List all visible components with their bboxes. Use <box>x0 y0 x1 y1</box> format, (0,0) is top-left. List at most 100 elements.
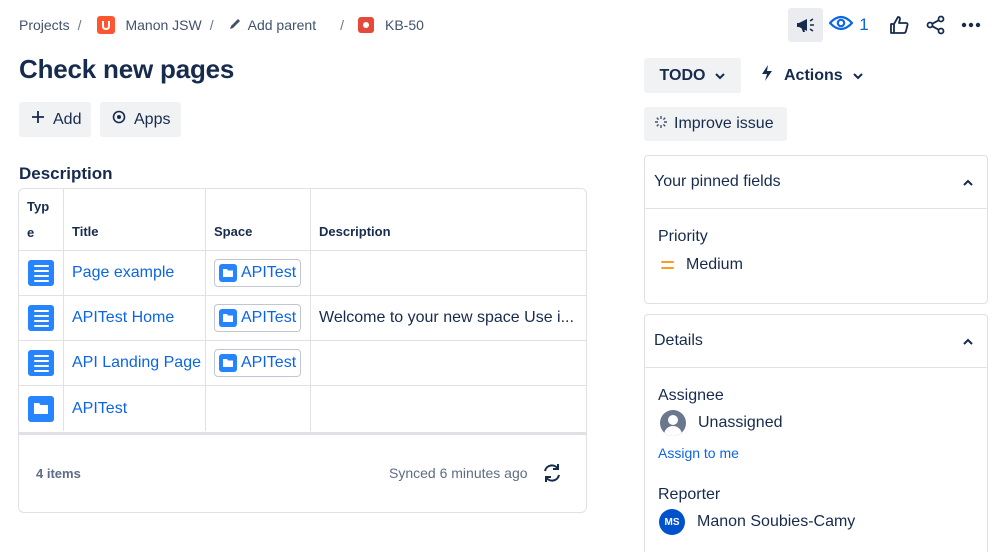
add-button[interactable]: Add <box>19 102 91 137</box>
project-avatar-icon <box>97 16 116 34</box>
breadcrumb-projects-label[interactable]: Projects <box>19 17 70 33</box>
actions-label: Actions <box>784 66 843 84</box>
page-icon <box>28 350 54 376</box>
chevron-up-icon <box>963 332 973 350</box>
description-cell <box>311 251 586 295</box>
table-row[interactable]: API Landing Page APITest <box>19 341 586 386</box>
page-icon <box>28 305 54 331</box>
type-cell <box>19 251 64 295</box>
description-cell <box>311 386 586 431</box>
type-cell <box>19 386 64 431</box>
megaphone-icon[interactable] <box>788 8 823 42</box>
more-options-icon[interactable] <box>958 8 984 42</box>
avatar: MS <box>659 509 685 535</box>
breadcrumb: Projects / Manon JSW / Add parent / KB-5… <box>19 14 424 36</box>
actions-dropdown[interactable]: Actions <box>760 58 863 93</box>
assign-to-me-link[interactable]: Assign to me <box>658 445 739 461</box>
space-label: APITest <box>241 309 297 326</box>
page-title-link[interactable]: APITest Home <box>72 309 174 327</box>
status-dropdown[interactable]: TODO <box>644 58 741 93</box>
title-cell: APITest <box>64 386 206 431</box>
priority-value: Medium <box>686 256 743 273</box>
priority-medium-icon <box>661 261 674 269</box>
table-divider <box>19 432 586 435</box>
space-cell: APITest <box>206 296 311 340</box>
folder-title-link[interactable]: APITest <box>72 400 127 418</box>
eye-icon <box>828 15 854 36</box>
details-heading: Details <box>654 332 703 349</box>
refresh-icon[interactable] <box>540 461 564 485</box>
breadcrumb-separator: / <box>209 17 214 33</box>
title-cell: API Landing Page <box>64 341 206 385</box>
title-cell: APITest Home <box>64 296 206 340</box>
space-link[interactable]: APITest <box>214 259 302 287</box>
column-header-title[interactable]: Title <box>64 189 206 250</box>
title-cell: Page example <box>64 251 206 295</box>
watch-button[interactable]: 1 <box>828 8 869 42</box>
lightning-icon <box>760 64 774 87</box>
plus-icon <box>31 110 45 129</box>
add-parent-label[interactable]: Add parent <box>248 17 317 33</box>
page-icon <box>28 260 54 286</box>
space-label: APITest <box>241 264 297 281</box>
table-row[interactable]: Page example APITest <box>19 251 586 296</box>
bug-icon <box>358 17 374 33</box>
improve-issue-label: Improve issue <box>674 115 774 132</box>
add-parent-button[interactable]: Add parent <box>228 17 317 34</box>
chevron-down-icon <box>715 67 726 85</box>
details-header[interactable]: Details <box>645 315 987 368</box>
assignee-label: Assignee <box>658 387 724 404</box>
column-header-type[interactable]: Typ e <box>19 189 64 250</box>
space-cell: APITest <box>206 251 311 295</box>
pinned-fields-heading: Your pinned fields <box>654 173 781 190</box>
breadcrumb-project-label[interactable]: Manon JSW <box>125 17 201 33</box>
items-count: 4 items <box>36 466 81 481</box>
column-header-description[interactable]: Description <box>311 189 586 250</box>
table-row[interactable]: APITest Home APITest Welcome to your new… <box>19 296 586 341</box>
assignee-value: Unassigned <box>698 414 783 431</box>
pinned-fields-header[interactable]: Your pinned fields <box>645 156 987 209</box>
type-cell <box>19 296 64 340</box>
details-panel: Details Assignee Unassigned Assign to me… <box>644 314 988 552</box>
space-link[interactable]: APITest <box>214 304 302 332</box>
apps-button-label: Apps <box>134 110 171 128</box>
breadcrumb-issue[interactable]: KB-50 <box>358 17 424 33</box>
share-icon[interactable] <box>922 8 950 42</box>
pencil-icon <box>228 17 242 34</box>
watchers-count: 1 <box>859 15 869 34</box>
apps-icon <box>112 110 126 129</box>
assignee-field[interactable]: Unassigned <box>660 410 783 436</box>
column-header-space[interactable]: Space <box>206 189 311 250</box>
reporter-value: Manon Soubies-Camy <box>697 513 856 530</box>
space-cell: APITest <box>206 341 311 385</box>
reporter-label: Reporter <box>658 486 721 503</box>
unassigned-avatar-icon <box>660 410 686 436</box>
sync-status: Synced 6 minutes ago <box>389 465 528 481</box>
description-cell: Welcome to your new space Use i... <box>319 309 574 326</box>
apps-button[interactable]: Apps <box>100 102 181 137</box>
improve-issue-button[interactable]: Improve issue <box>644 107 787 141</box>
priority-label: Priority <box>658 228 708 245</box>
space-link[interactable]: APITest <box>214 349 302 377</box>
space-icon <box>219 309 237 327</box>
thumbs-up-icon[interactable] <box>885 8 913 42</box>
page-title-link[interactable]: Page example <box>72 264 174 282</box>
table-row[interactable]: APITest <box>19 386 586 431</box>
sparkle-icon <box>654 115 668 134</box>
description-heading: Description <box>19 164 113 183</box>
page-title-link[interactable]: API Landing Page <box>72 354 201 372</box>
folder-icon <box>28 395 54 422</box>
chevron-down-icon <box>852 67 863 85</box>
space-cell <box>206 386 311 431</box>
breadcrumb-project[interactable]: Manon JSW <box>97 16 202 34</box>
table-header-row: Typ e Title Space Description <box>19 189 586 251</box>
pinned-fields-panel: Your pinned fields Priority Medium <box>644 155 988 304</box>
status-label: TODO <box>659 66 706 84</box>
space-icon <box>219 264 237 282</box>
breadcrumb-projects[interactable]: Projects <box>19 17 70 33</box>
priority-field[interactable]: Medium <box>661 256 743 274</box>
space-icon <box>219 354 237 372</box>
type-cell <box>19 341 64 385</box>
breadcrumb-issue-key[interactable]: KB-50 <box>385 17 424 33</box>
reporter-field[interactable]: MS Manon Soubies-Camy <box>659 509 855 535</box>
